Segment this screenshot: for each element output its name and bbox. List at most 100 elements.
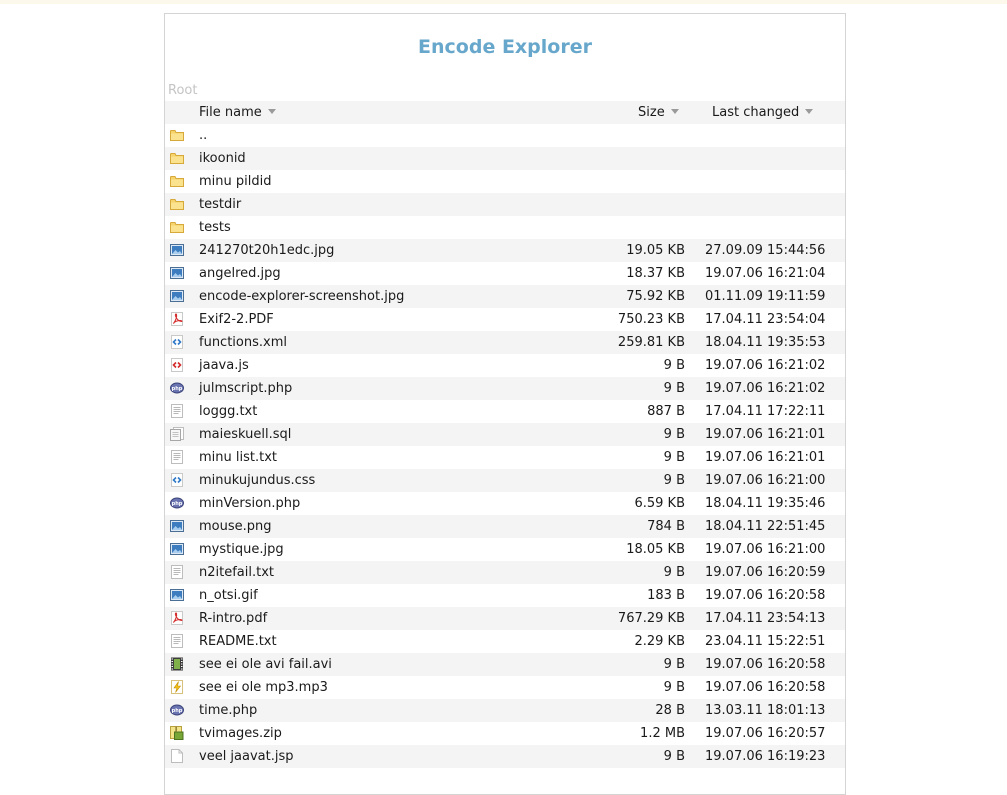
- image-icon: [170, 243, 184, 257]
- file-name-link[interactable]: README.txt: [199, 634, 277, 649]
- image-icon: [170, 289, 184, 303]
- file-row[interactable]: tvimages.zip 1.2 MB 19.07.06 16:20:57: [165, 722, 845, 745]
- file-row[interactable]: functions.xml 259.81 KB 18.04.11 19:35:53: [165, 331, 845, 354]
- file-name-link[interactable]: 241270t20h1edc.jpg: [199, 243, 334, 258]
- file-row[interactable]: minu list.txt 9 B 19.07.06 16:21:01: [165, 446, 845, 469]
- file-size: 18.37 KB: [626, 266, 685, 281]
- file-name-link[interactable]: see ei ole avi fail.avi: [199, 657, 332, 672]
- archive-icon: [170, 726, 184, 740]
- file-size: 1.2 MB: [640, 726, 685, 741]
- file-row[interactable]: maieskuell.sql 9 B 19.07.06 16:21:01: [165, 423, 845, 446]
- file-row[interactable]: angelred.jpg 18.37 KB 19.07.06 16:21:04: [165, 262, 845, 285]
- file-size: 28 B: [655, 703, 685, 718]
- file-name-link[interactable]: encode-explorer-screenshot.jpg: [199, 289, 404, 304]
- image-icon: [170, 542, 184, 556]
- page-title: Encode Explorer: [418, 36, 592, 58]
- breadcrumb-root[interactable]: Root: [168, 83, 197, 98]
- file-name-link[interactable]: ikoonid: [199, 151, 246, 166]
- file-last-changed: 27.09.09 15:44:56: [705, 243, 826, 258]
- file-row[interactable]: 241270t20h1edc.jpg 19.05 KB 27.09.09 15:44…: [165, 239, 845, 262]
- file-last-changed: 19.07.06 16:19:23: [705, 749, 826, 764]
- file-row[interactable]: php julmscript.php 9 B 19.07.06 16:21:02: [165, 377, 845, 400]
- file-name-link[interactable]: julmscript.php: [199, 381, 292, 396]
- file-row[interactable]: encode-explorer-screenshot.jpg 75.92 KB 01…: [165, 285, 845, 308]
- sort-by-size[interactable]: Size: [638, 105, 679, 120]
- file-row[interactable]: n_otsi.gif 183 B 19.07.06 16:20:58: [165, 584, 845, 607]
- php-icon: php: [170, 703, 184, 717]
- file-list: .. ikoonid minu pildid testdir tests 241270t2…: [165, 124, 845, 768]
- folder-row[interactable]: tests: [165, 216, 845, 239]
- sort-by-last-changed[interactable]: Last changed: [712, 105, 814, 120]
- file-size: 887 B: [647, 404, 685, 419]
- file-last-changed: 18.04.11 19:35:53: [705, 335, 826, 350]
- file-name-link[interactable]: veel jaavat.jsp: [199, 749, 294, 764]
- text-icon: [170, 565, 184, 579]
- folder-row[interactable]: ..: [165, 124, 845, 147]
- file-name-link[interactable]: n2itefail.txt: [199, 565, 274, 580]
- file-row[interactable]: see ei ole avi fail.avi 9 B 19.07.06 16:20…: [165, 653, 845, 676]
- file-row[interactable]: jaava.js 9 B 19.07.06 16:21:02: [165, 354, 845, 377]
- file-name-link[interactable]: see ei ole mp3.mp3: [199, 680, 328, 695]
- file-row[interactable]: see ei ole mp3.mp3 9 B 19.07.06 16:20:58: [165, 676, 845, 699]
- file-size: 9 B: [663, 657, 685, 672]
- blank-file-icon: [170, 749, 184, 763]
- file-row[interactable]: loggg.txt 887 B 17.04.11 17:22:11: [165, 400, 845, 423]
- file-last-changed: 19.07.06 16:20:58: [705, 680, 826, 695]
- code-icon: [170, 335, 184, 349]
- file-last-changed: 13.03.11 18:01:13: [705, 703, 826, 718]
- file-last-changed: 19.07.06 16:20:58: [705, 657, 826, 672]
- file-row[interactable]: php minVersion.php 6.59 KB 18.04.11 19:35:4…: [165, 492, 845, 515]
- file-name-link[interactable]: tests: [199, 220, 231, 235]
- table-header: File name Size Last changed: [165, 101, 845, 124]
- file-name-link[interactable]: minVersion.php: [199, 496, 300, 511]
- file-row[interactable]: Exif2-2.PDF 750.23 KB 17.04.11 23:54:04: [165, 308, 845, 331]
- folder-row[interactable]: testdir: [165, 193, 845, 216]
- file-last-changed: 19.07.06 16:20:57: [705, 726, 826, 741]
- file-name-link[interactable]: testdir: [199, 197, 241, 212]
- pdf-icon: [170, 611, 184, 625]
- file-row[interactable]: mouse.png 784 B 18.04.11 22:51:45: [165, 515, 845, 538]
- file-last-changed: 19.07.06 16:21:01: [705, 450, 826, 465]
- file-name-link[interactable]: R-intro.pdf: [199, 611, 267, 626]
- file-row[interactable]: README.txt 2.29 KB 23.04.11 15:22:51: [165, 630, 845, 653]
- sort-by-name[interactable]: File name: [199, 105, 276, 120]
- code-icon: [170, 473, 184, 487]
- file-name-link[interactable]: Exif2-2.PDF: [199, 312, 274, 327]
- folder-row[interactable]: ikoonid: [165, 147, 845, 170]
- file-last-changed: 17.04.11 23:54:13: [705, 611, 826, 626]
- file-name-link[interactable]: angelred.jpg: [199, 266, 281, 281]
- file-name-link[interactable]: jaava.js: [199, 358, 249, 373]
- file-size: 767.29 KB: [617, 611, 685, 626]
- file-name-link[interactable]: mouse.png: [199, 519, 272, 534]
- file-row[interactable]: minukujundus.css 9 B 19.07.06 16:21:00: [165, 469, 845, 492]
- file-row[interactable]: n2itefail.txt 9 B 19.07.06 16:20:59: [165, 561, 845, 584]
- file-name-link[interactable]: tvimages.zip: [199, 726, 282, 741]
- file-name-link[interactable]: minu pildid: [199, 174, 271, 189]
- svg-text:php: php: [172, 386, 183, 392]
- file-row[interactable]: veel jaavat.jsp 9 B 19.07.06 16:19:23: [165, 745, 845, 768]
- file-name-link[interactable]: n_otsi.gif: [199, 588, 258, 603]
- file-row[interactable]: php time.php 28 B 13.03.11 18:01:13: [165, 699, 845, 722]
- sort-arrow-icon: [805, 109, 814, 114]
- file-name-link[interactable]: mystique.jpg: [199, 542, 284, 557]
- file-last-changed: 18.04.11 19:35:46: [705, 496, 826, 511]
- file-size: 784 B: [647, 519, 685, 534]
- file-name-link[interactable]: loggg.txt: [199, 404, 257, 419]
- folder-row[interactable]: minu pildid: [165, 170, 845, 193]
- image-icon: [170, 266, 184, 280]
- folder-icon: [170, 197, 184, 211]
- file-name-link[interactable]: time.php: [199, 703, 257, 718]
- file-name-link[interactable]: minukujundus.css: [199, 473, 315, 488]
- file-last-changed: 17.04.11 23:54:04: [705, 312, 826, 327]
- file-name-link[interactable]: minu list.txt: [199, 450, 277, 465]
- file-name-link[interactable]: maieskuell.sql: [199, 427, 291, 442]
- file-size: 2.29 KB: [634, 634, 685, 649]
- file-last-changed: 19.07.06 16:20:58: [705, 588, 826, 603]
- file-name-link[interactable]: ..: [199, 128, 207, 143]
- file-name-link[interactable]: functions.xml: [199, 335, 287, 350]
- video-icon: [170, 657, 184, 671]
- file-row[interactable]: mystique.jpg 18.05 KB 19.07.06 16:21:00: [165, 538, 845, 561]
- file-last-changed: 19.07.06 16:21:01: [705, 427, 826, 442]
- text-icon: [170, 404, 184, 418]
- file-row[interactable]: R-intro.pdf 767.29 KB 17.04.11 23:54:13: [165, 607, 845, 630]
